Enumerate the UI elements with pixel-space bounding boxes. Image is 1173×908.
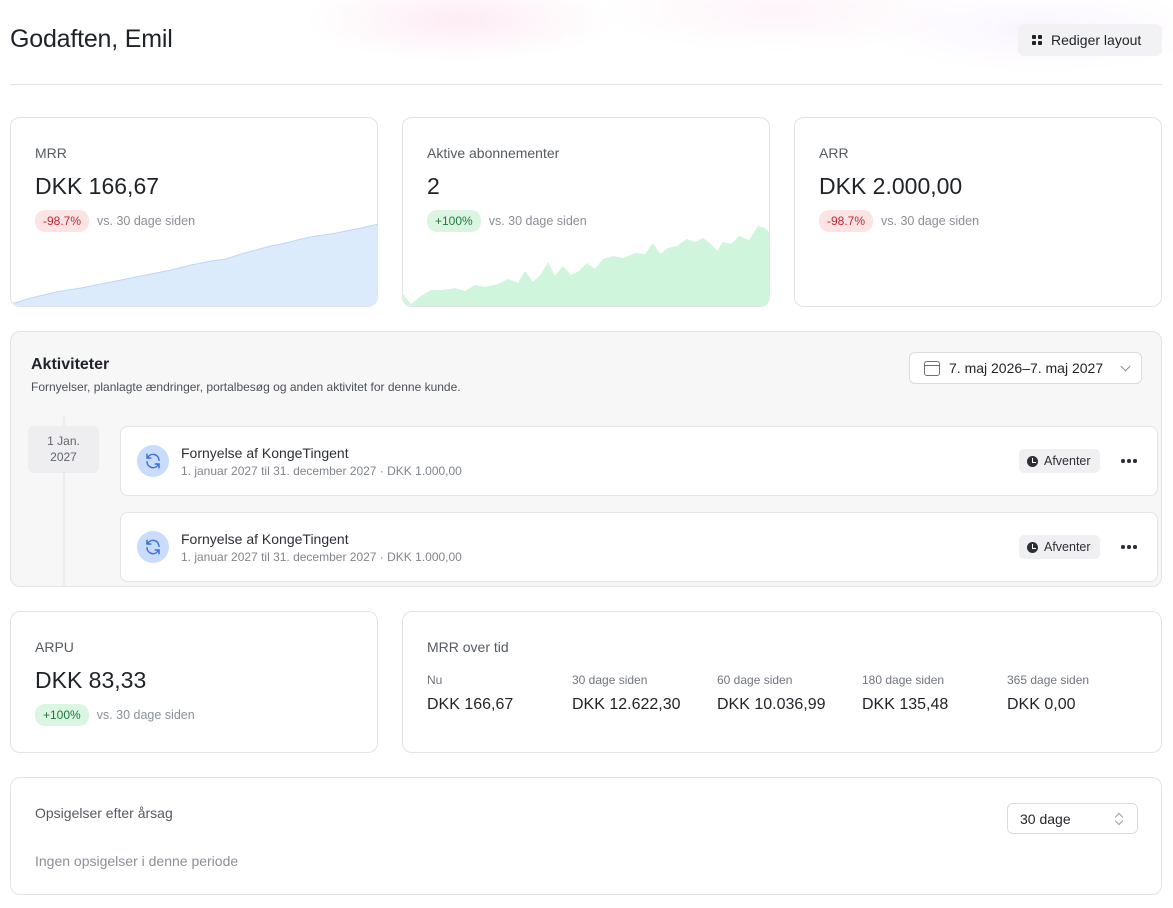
period-label: 180 dage siden: [862, 673, 945, 687]
status-label: Afventer: [1044, 454, 1091, 468]
grid-icon: [1032, 35, 1042, 45]
event-title: Fornyelse af KongeTingent: [181, 445, 349, 461]
delta-badge: -98.7%: [819, 210, 874, 232]
refresh-icon: [137, 531, 169, 563]
more-options-button[interactable]: [1117, 449, 1141, 473]
metric-value: DKK 2.000,00: [819, 173, 963, 199]
period-select[interactable]: 30 dage: [1007, 803, 1138, 834]
period-value: DKK 12.622,30: [572, 696, 681, 713]
chevron-up-down-icon: [1115, 812, 1123, 826]
mrr-period-60: 60 dage siden DKK 10.036,99: [717, 673, 826, 714]
metric-value: DKK 83,33: [35, 667, 147, 693]
delta-row: -98.7% vs. 30 dage siden: [819, 210, 979, 232]
calendar-icon: [924, 360, 940, 376]
activities-subtitle: Fornyelser, planlagte ændringer, portalb…: [31, 380, 461, 394]
date-range-label: 7. maj 2026–7. maj 2027: [949, 360, 1104, 376]
period-value: DKK 166,67: [427, 696, 514, 713]
period-label: Nu: [427, 673, 443, 687]
mrr-period-now: Nu DKK 166,67: [427, 673, 513, 714]
card-title: MRR over tid: [427, 639, 509, 655]
clock-icon: [1027, 455, 1038, 467]
date-range-picker[interactable]: 7. maj 2026–7. maj 2027: [909, 352, 1142, 384]
subscriptions-sparkline: [403, 226, 769, 306]
page-title: Godaften, Emil: [10, 25, 173, 53]
delta-badge: +100%: [35, 704, 89, 726]
period-value: DKK 0,00: [1007, 696, 1076, 713]
edit-layout-button[interactable]: Rediger layout: [1018, 24, 1162, 56]
period-select-value: 30 dage: [1020, 810, 1071, 827]
refresh-icon: [137, 445, 169, 477]
card-title: Opsigelser efter årsag: [35, 805, 173, 821]
header-divider: [10, 84, 1162, 85]
comparison-text: vs. 30 dage siden: [96, 708, 195, 722]
activity-event[interactable]: Fornyelse af KongeTingent 1. januar 2027…: [120, 426, 1158, 496]
metric-value: DKK 166,67: [35, 173, 160, 199]
edit-layout-label: Rediger layout: [1051, 32, 1142, 48]
mrr-period-365: 365 dage siden DKK 0,00: [1007, 673, 1089, 714]
timeline-date: 1 Jan. 2027: [28, 426, 99, 473]
chevron-down-icon: [1120, 361, 1131, 372]
event-subtitle: 1. januar 2027 til 31. december 2027 · D…: [181, 464, 462, 478]
mrr-card: MRR DKK 166,67 -98.7% vs. 30 dage siden: [10, 117, 378, 307]
more-options-button[interactable]: [1117, 535, 1141, 559]
period-label: 365 dage siden: [1007, 673, 1090, 687]
mrr-period-180: 180 dage siden DKK 135,48: [862, 673, 948, 714]
event-title: Fornyelse af KongeTingent: [181, 531, 349, 547]
period-value: DKK 10.036,99: [717, 696, 826, 713]
period-label: 60 dage siden: [717, 673, 793, 687]
comparison-text: vs. 30 dage siden: [881, 214, 980, 228]
status-label: Afventer: [1044, 540, 1091, 554]
status-badge: Afventer: [1019, 535, 1100, 559]
page-header: Godaften, Emil Rediger layout: [0, 0, 1173, 90]
arpu-card: ARPU DKK 83,33 +100% vs. 30 dage siden: [10, 611, 378, 753]
event-subtitle: 1. januar 2027 til 31. december 2027 · D…: [181, 550, 462, 564]
metric-label: MRR: [35, 145, 67, 161]
arr-card: ARR DKK 2.000,00 -98.7% vs. 30 dage side…: [794, 117, 1162, 307]
metric-label: ARR: [819, 145, 849, 161]
mrr-period-30: 30 dage siden DKK 12.622,30: [572, 673, 681, 714]
empty-state-text: Ingen opsigelser i denne periode: [35, 853, 239, 869]
metric-label: ARPU: [35, 639, 74, 655]
metric-value: 2: [427, 173, 440, 199]
period-value: DKK 135,48: [862, 696, 949, 713]
clock-icon: [1027, 541, 1038, 553]
activities-panel: Aktiviteter Fornyelser, planlagte ændrin…: [10, 331, 1162, 587]
period-label: 30 dage siden: [572, 673, 648, 687]
timeline-date-day: 1 Jan.: [47, 434, 80, 448]
metric-label: Aktive abonnementer: [427, 145, 560, 161]
activity-event[interactable]: Fornyelse af KongeTingent 1. januar 2027…: [120, 512, 1158, 582]
status-badge: Afventer: [1019, 449, 1100, 473]
cancellations-card: Opsigelser efter årsag 30 dage Ingen ops…: [10, 777, 1162, 895]
active-subscriptions-card: Aktive abonnementer 2 +100% vs. 30 dage …: [402, 117, 770, 307]
activities-title: Aktiviteter: [31, 356, 110, 373]
mrr-sparkline: [11, 223, 377, 306]
delta-row: +100% vs. 30 dage siden: [35, 704, 195, 726]
timeline-date-year: 2027: [50, 450, 77, 464]
mrr-over-time-card: MRR over tid Nu DKK 166,67 30 dage siden…: [402, 611, 1162, 753]
